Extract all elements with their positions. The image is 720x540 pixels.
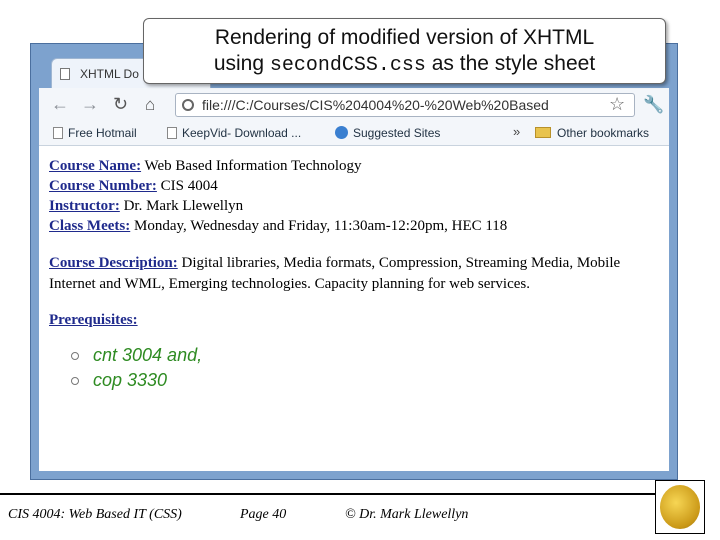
instructor-value: Dr. Mark Llewellyn: [119, 198, 244, 214]
callout-line-2: using secondCSS.css as the style sheet: [213, 52, 596, 77]
address-bar[interactable]: file:///C:/Courses/CIS%204004%20-%20Web%…: [175, 93, 635, 117]
forward-arrow-icon[interactable]: →: [81, 94, 99, 114]
course-number-value: CIS 4004: [156, 178, 218, 194]
page-globe-icon: [182, 99, 194, 111]
course-number-row: Course Number: CIS 4004: [49, 178, 218, 195]
folder-icon: [535, 127, 551, 138]
class-meets-value: Monday, Wednesday and Friday, 11:30am-12…: [130, 218, 508, 234]
bookmark-suggested-sites[interactable]: Suggested Sites: [335, 126, 440, 140]
reload-icon[interactable]: ↻: [113, 94, 128, 114]
course-name-row: Course Name: Web Based Information Techn…: [49, 158, 362, 175]
footer-course: CIS 4004: Web Based IT (CSS): [8, 507, 182, 522]
home-icon[interactable]: ⌂: [145, 95, 155, 115]
instructor-label: Instructor:: [49, 198, 120, 214]
list-item: cnt 3004 and,: [71, 343, 202, 368]
bookmark-star-icon[interactable]: ☆: [609, 94, 625, 115]
slide-title-callout: Rendering of modified version of XHTML u…: [143, 18, 666, 84]
prerequisites-heading: Prerequisites:: [49, 312, 138, 329]
prerequisites-list: cnt 3004 and, cop 3330: [71, 343, 202, 393]
course-description-label: Course Description:: [49, 255, 178, 271]
navigation-bar: ← → ↻ ⌂ file:///C:/Courses/CIS%204004%20…: [39, 88, 669, 122]
page-icon: [60, 68, 70, 80]
university-logo-icon: [660, 485, 700, 529]
callout-line-1: Rendering of modified version of XHTML: [214, 26, 595, 49]
wrench-menu-icon[interactable]: 🔧: [643, 95, 664, 115]
course-number-label: Course Number:: [49, 178, 157, 194]
tab-title: XHTML Do: [80, 67, 139, 81]
bookmarks-bar: Free Hotmail KeepVid- Download ... Sugge…: [39, 122, 669, 146]
page-content: Course Name: Web Based Information Techn…: [39, 146, 669, 471]
footer-divider: [0, 493, 655, 495]
list-item: cop 3330: [71, 368, 202, 393]
bookmark-free-hotmail[interactable]: Free Hotmail: [53, 126, 137, 140]
footer-author: © Dr. Mark Llewellyn: [345, 507, 469, 522]
url-text: file:///C:/Courses/CIS%204004%20-%20Web%…: [202, 97, 549, 113]
course-name-label: Course Name:: [49, 158, 142, 174]
class-meets-label: Class Meets:: [49, 218, 131, 234]
stylesheet-filename: secondCSS.css: [269, 54, 426, 77]
page-icon: [167, 127, 177, 139]
page-icon: [53, 127, 63, 139]
class-meets-row: Class Meets: Monday, Wednesday and Frida…: [49, 218, 507, 235]
prerequisites-label: Prerequisites:: [49, 312, 138, 328]
logo-box: [655, 480, 705, 534]
footer-page-number: Page 40: [240, 507, 287, 522]
course-description: Course Description: Digital libraries, M…: [49, 253, 659, 295]
instructor-row: Instructor: Dr. Mark Llewellyn: [49, 198, 243, 215]
bookmark-other-bookmarks[interactable]: Other bookmarks: [535, 126, 649, 140]
bookmark-keepvid[interactable]: KeepVid- Download ...: [167, 126, 301, 140]
back-arrow-icon[interactable]: ←: [51, 94, 69, 114]
ie-globe-icon: [335, 126, 348, 139]
course-name-value: Web Based Information Technology: [141, 158, 362, 174]
bookmarks-overflow-chevron[interactable]: »: [513, 124, 520, 139]
browser-window: XHTML Do ← → ↻ ⌂ file:///C:/Courses/CIS%…: [30, 43, 678, 480]
